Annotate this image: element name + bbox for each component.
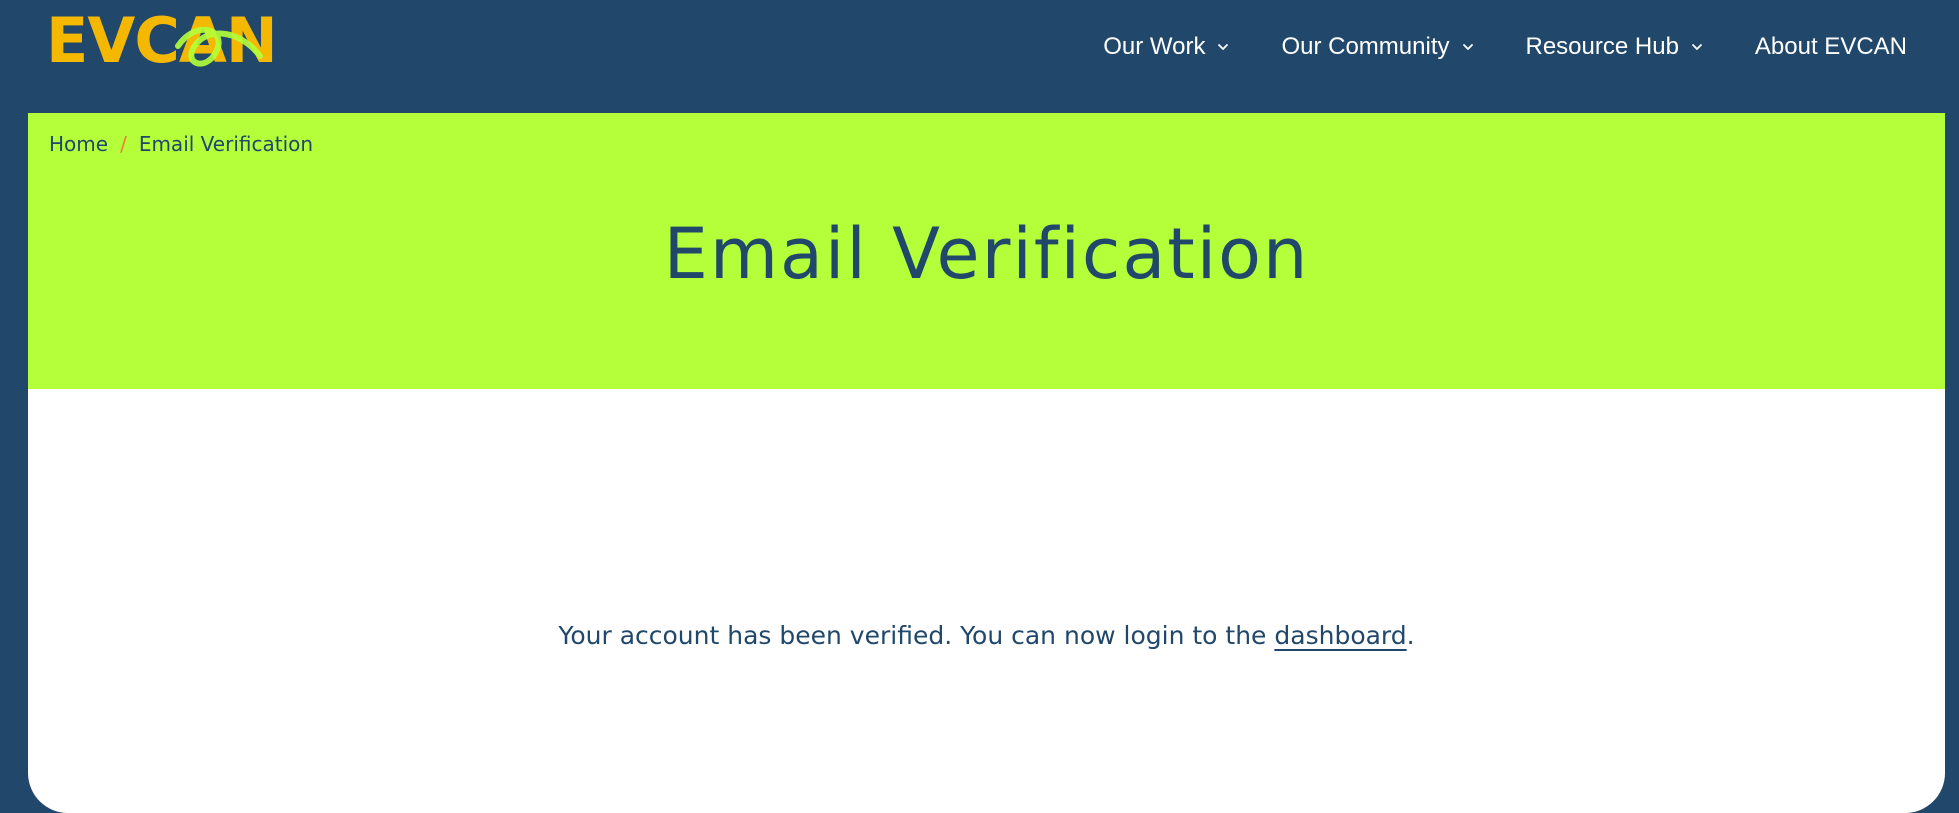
breadcrumb-current: Email Verification	[138, 132, 314, 156]
chevron-down-icon	[1692, 44, 1702, 50]
breadcrumb-home-link[interactable]: Home	[49, 132, 108, 156]
verification-message-text: Your account has been verified. You can …	[558, 621, 1275, 650]
verification-message: Your account has been verified. You can …	[28, 621, 1945, 650]
verification-message-end: .	[1406, 621, 1415, 650]
evcan-logo[interactable]: EVCAN	[46, 14, 278, 76]
nav-our-work[interactable]: Our Work	[1103, 33, 1229, 61]
page-hero: Home / Email Verification Email Verifica…	[28, 113, 1945, 389]
chevron-down-icon	[1462, 44, 1473, 50]
main-navigation: Our Work Our Community Resource Hub Abou…	[1103, 33, 1907, 61]
nav-about-evcan-label: About EVCAN	[1754, 33, 1907, 60]
breadcrumb: Home / Email Verification	[49, 132, 313, 156]
page-title: Email Verification	[663, 213, 1310, 295]
nav-about-evcan[interactable]: About EVCAN	[1755, 33, 1907, 61]
nav-our-community[interactable]: Our Community	[1281, 33, 1473, 61]
svg-text:EVCAN: EVCAN	[46, 14, 277, 76]
breadcrumb-separator: /	[120, 132, 127, 156]
content-card: Home / Email Verification Email Verifica…	[28, 113, 1945, 813]
chevron-down-icon	[1218, 44, 1229, 50]
dashboard-link[interactable]: dashboard	[1274, 621, 1406, 650]
nav-our-work-label: Our Work	[1103, 33, 1206, 60]
nav-resource-hub-label: Resource Hub	[1525, 33, 1679, 60]
nav-resource-hub[interactable]: Resource Hub	[1526, 33, 1703, 61]
site-header: EVCAN Our Work Our Community Resource Hu…	[0, 0, 1959, 113]
nav-our-community-label: Our Community	[1281, 33, 1450, 60]
